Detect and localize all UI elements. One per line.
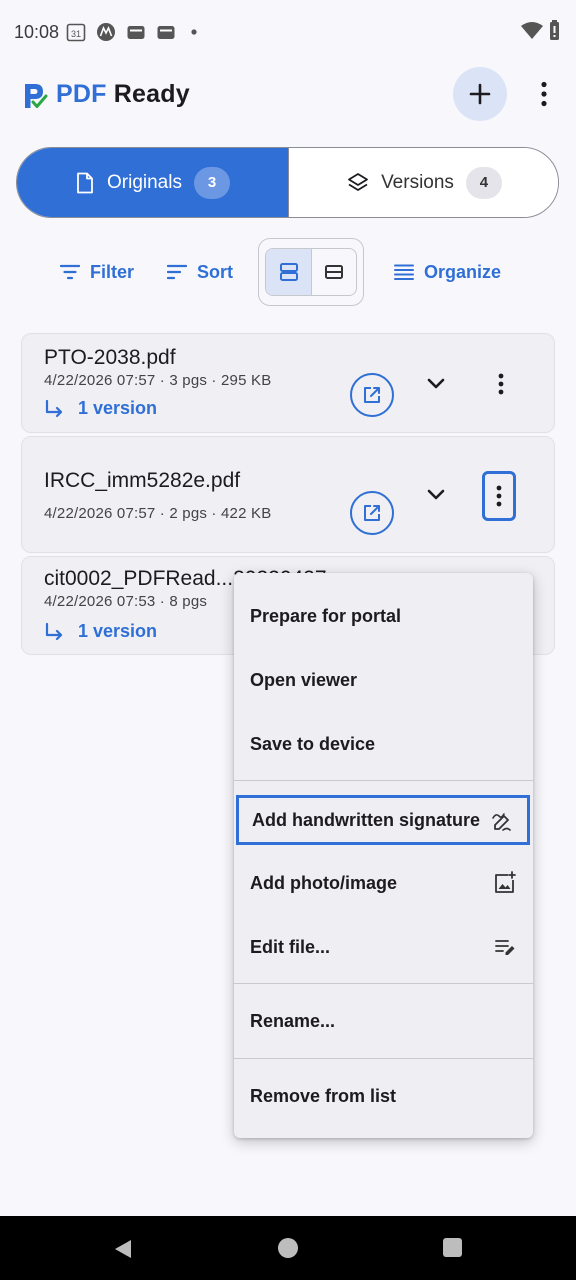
organize-button[interactable]: Organize — [394, 256, 501, 288]
more-vert-icon — [496, 485, 502, 507]
wifi-icon — [521, 20, 559, 40]
status-bar: 10:08 31 — [0, 0, 576, 64]
view-compact-icon — [325, 265, 343, 279]
menu-item-open-viewer[interactable]: Open viewer — [234, 648, 533, 712]
version-count: 1 version — [78, 621, 158, 641]
status-time: 10:08 — [14, 22, 60, 42]
file-card[interactable]: PTO-2038.pdf 4/22/2026 07:57 · 3 pgs · 2… — [21, 333, 555, 433]
tab-versions[interactable]: Versions 4 — [288, 148, 558, 217]
more-vert-icon — [541, 81, 547, 107]
menu-item-remove[interactable]: Remove from list — [234, 1064, 533, 1128]
app-title-brand: PDF — [56, 80, 107, 108]
system-indicators — [520, 20, 562, 47]
open-external-button[interactable] — [350, 491, 394, 535]
file-name: IRCC_imm5282e.pdf — [44, 469, 241, 492]
motorola-icon — [96, 22, 116, 42]
version-link[interactable]: 1 version — [44, 398, 157, 419]
file-menu-button[interactable] — [482, 471, 516, 521]
document-icon — [77, 172, 93, 193]
tab-originals-label: Originals — [107, 171, 182, 193]
version-count: 1 version — [78, 398, 158, 418]
file-card[interactable]: IRCC_imm5282e.pdf 4/22/2026 07:57 · 2 pg… — [21, 436, 555, 553]
open-external-button[interactable] — [350, 373, 394, 417]
sort-button[interactable]: Sort — [167, 256, 233, 288]
home-icon[interactable] — [278, 1238, 298, 1258]
menu-item-label: Add handwritten signature — [252, 809, 481, 830]
file-menu-button[interactable] — [484, 359, 518, 409]
system-nav-bar — [0, 1216, 576, 1280]
menu-item-add-photo[interactable]: Add photo/image — [234, 851, 533, 915]
filter-button[interactable]: Filter — [60, 256, 134, 288]
add-file-button[interactable] — [453, 67, 507, 121]
compact-view-button[interactable] — [311, 249, 356, 295]
menu-item-label: Edit file... — [250, 936, 331, 957]
menu-item-add-signature[interactable]: Add handwritten signature — [236, 795, 530, 845]
filter-icon — [60, 264, 80, 280]
recents-icon[interactable] — [443, 1238, 462, 1257]
menu-item-edit-file[interactable]: Edit file... — [234, 915, 533, 979]
subdirectory-arrow-icon — [45, 399, 63, 417]
layers-icon — [348, 172, 368, 191]
filter-label: Filter — [90, 261, 135, 282]
dot-icon — [189, 22, 199, 42]
tab-originals[interactable]: Originals 3 — [17, 148, 288, 217]
organize-icon — [394, 264, 414, 280]
menu-divider — [234, 780, 533, 781]
app-logo-icon — [22, 82, 48, 110]
menu-item-prepare-portal[interactable]: Prepare for portal — [234, 584, 533, 648]
plus-icon — [469, 83, 491, 105]
file-name: PTO-2038.pdf — [44, 346, 176, 369]
subdirectory-arrow-icon — [45, 622, 63, 640]
file-meta: 4/22/2026 07:53 · 8 pgs — [44, 593, 208, 610]
version-link[interactable]: 1 version — [44, 621, 157, 642]
view-mode-toggle — [258, 238, 364, 306]
open-in-new-icon — [364, 505, 380, 521]
menu-divider — [234, 983, 533, 984]
edit-note-icon — [493, 935, 517, 959]
more-vert-icon — [498, 373, 504, 395]
chevron-down-icon — [427, 378, 445, 389]
app-title: PDF Ready — [56, 80, 190, 109]
add-photo-icon — [493, 871, 517, 895]
open-in-new-icon — [364, 387, 380, 403]
chevron-down-icon — [427, 489, 445, 500]
app-header: PDF Ready — [0, 64, 576, 128]
svg-text:31: 31 — [71, 29, 81, 39]
tab-versions-label: Versions — [381, 171, 454, 193]
wallet-icon — [126, 22, 146, 42]
file-context-menu: Prepare for portal Open viewer Save to d… — [234, 573, 533, 1138]
file-meta: 4/22/2026 07:57 · 3 pgs · 295 KB — [44, 372, 272, 389]
expanded-view-button[interactable] — [266, 249, 311, 295]
file-meta: 4/22/2026 07:57 · 2 pgs · 422 KB — [44, 505, 272, 522]
signature-icon — [490, 810, 514, 834]
view-agenda-icon — [279, 263, 298, 281]
menu-item-label: Add photo/image — [250, 872, 397, 893]
back-icon[interactable] — [112, 1238, 134, 1265]
tab-versions-count: 4 — [465, 166, 502, 199]
menu-item-save-device[interactable]: Save to device — [234, 712, 533, 776]
overflow-menu-button[interactable] — [528, 76, 560, 112]
sort-icon — [167, 264, 187, 280]
tab-originals-count: 3 — [193, 166, 230, 199]
list-toolbar: Filter Sort Organize — [0, 238, 576, 306]
organize-label: Organize — [424, 261, 502, 282]
originals-versions-tabs: Originals 3 Versions 4 — [16, 147, 559, 218]
calendar-icon: 31 — [66, 22, 86, 42]
app-title-suffix: Ready — [113, 80, 190, 108]
menu-divider — [234, 1058, 533, 1059]
menu-item-rename[interactable]: Rename... — [234, 989, 533, 1053]
expand-button[interactable] — [420, 479, 452, 511]
wallet-icon — [156, 22, 176, 42]
expand-button[interactable] — [420, 368, 452, 400]
sort-label: Sort — [197, 261, 233, 282]
